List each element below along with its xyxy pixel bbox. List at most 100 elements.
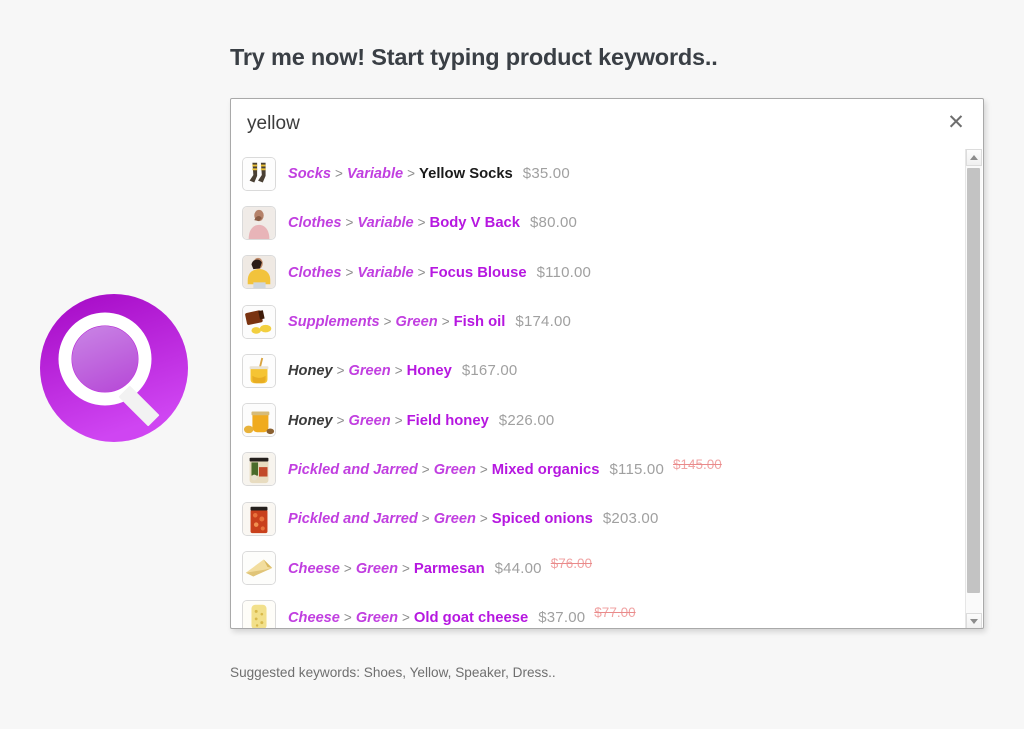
search-result-row[interactable]: Clothes > Variable > Focus Blouse $110.00 — [231, 248, 966, 297]
result-category: Socks — [288, 166, 331, 183]
result-text: Cheese > Green > Old goat cheese $37.00 $77.00 — [288, 605, 636, 626]
breadcrumb-separator: > — [345, 264, 354, 280]
result-subcategory: Green — [355, 560, 398, 577]
result-text: Clothes > Variable > Body V Back $80.00 — [288, 214, 577, 231]
result-product-name: Honey — [406, 363, 452, 380]
result-product-name: Parmesan — [413, 560, 485, 577]
search-result-row[interactable]: Pickled and Jarred > Green > Spiced onions $2… — [231, 494, 966, 543]
breadcrumb-separator: > — [479, 511, 488, 527]
result-text: Socks > Variable > Yellow Socks $35.00 — [288, 165, 570, 182]
results-area: Socks > Variable > Yellow Socks $35.00 Clothes… — [231, 149, 983, 628]
breadcrumb-separator: > — [394, 363, 403, 379]
honey-jar-thumbnail — [242, 403, 276, 438]
result-subcategory: Green — [433, 511, 476, 528]
result-old-price: $77.00 — [594, 604, 636, 620]
result-price: $110.00 — [536, 263, 592, 281]
result-product-name: Body V Back — [429, 215, 521, 232]
spiced-onions-jar-thumbnail — [242, 501, 276, 536]
breadcrumb-separator: > — [383, 314, 392, 330]
result-old-price: $145.00 — [673, 456, 722, 472]
search-result-row[interactable]: Clothes > Variable > Body V Back $80.00 — [231, 198, 966, 247]
result-subcategory: Green — [348, 412, 391, 429]
result-product-name: Yellow Socks — [419, 166, 513, 183]
result-text: Honey > Green > Field honey $226.00 — [288, 412, 554, 429]
result-text: Pickled and Jarred > Green > Spiced onions $2… — [288, 510, 659, 527]
results-scrollbar[interactable] — [965, 149, 982, 628]
breadcrumb-separator: > — [479, 461, 488, 477]
result-category: Cheese — [288, 609, 340, 626]
search-result-row[interactable]: Cheese > Green > Parmesan $44.00 $76.00 — [231, 543, 966, 592]
result-subcategory: Variable — [357, 215, 414, 232]
result-subcategory: Variable — [357, 264, 414, 281]
scrollbar-thumb[interactable] — [967, 168, 980, 593]
breadcrumb-separator: > — [343, 560, 352, 576]
app-root: Try me now! Start typing product keyword… — [0, 0, 1024, 729]
search-result-row[interactable]: Supplements > Green > Fish oil $174.00 — [231, 297, 966, 346]
result-text: Honey > Green > Honey $167.00 — [288, 362, 517, 379]
goat-cheese-thumbnail — [242, 600, 276, 628]
result-price: $167.00 — [461, 362, 518, 380]
result-subcategory: Green — [433, 461, 476, 478]
breadcrumb-separator: > — [394, 412, 403, 428]
result-price: $203.00 — [602, 510, 659, 528]
result-text: Cheese > Green > Parmesan $44.00 $76.00 — [288, 556, 592, 577]
result-price: $37.00 — [538, 608, 586, 626]
pickled-jar-thumbnail — [242, 452, 276, 487]
result-price: $80.00 — [530, 214, 578, 232]
search-results-list: Socks > Variable > Yellow Socks $35.00 Clothes… — [231, 149, 966, 628]
parmesan-wedge-thumbnail — [242, 551, 276, 586]
search-bar: ✕ — [231, 99, 983, 149]
result-category: Clothes — [288, 264, 342, 281]
result-product-name: Field honey — [406, 412, 489, 429]
result-subcategory: Green — [355, 609, 398, 626]
result-category: Honey — [288, 363, 333, 380]
result-price: $174.00 — [515, 313, 572, 331]
breadcrumb-separator: > — [336, 412, 345, 428]
breadcrumb-separator: > — [407, 166, 416, 182]
search-result-row[interactable]: Honey > Green > Honey $167.00 — [231, 346, 966, 395]
result-price: $115.00 — [609, 460, 664, 478]
result-price: $35.00 — [522, 165, 570, 183]
page-title: Try me now! Start typing product keyword… — [230, 44, 718, 70]
result-subcategory: Green — [395, 314, 438, 331]
search-result-row[interactable]: Cheese > Green > Old goat cheese $37.00 $77.00 — [231, 593, 966, 628]
magnifier-logo-graphic — [40, 294, 188, 442]
chevron-up-icon — [970, 155, 978, 160]
honey-jar-dipper-thumbnail — [242, 353, 276, 388]
search-panel: ✕ Socks>Variable>Yellow Socks$35.00Cloth… — [230, 98, 984, 629]
result-subcategory: Green — [348, 363, 391, 380]
result-text: Pickled and Jarred > Green > Mixed organics $… — [288, 457, 722, 478]
result-product-name: Old goat cheese — [413, 609, 529, 626]
search-result-row[interactable]: Socks > Variable > Yellow Socks $35.00 — [231, 149, 966, 198]
result-old-price: $76.00 — [550, 555, 593, 571]
magnifier-logo — [39, 293, 189, 443]
result-text: Clothes > Variable > Focus Blouse $110.00 — [288, 264, 591, 281]
search-input[interactable] — [247, 113, 887, 135]
result-price: $44.00 — [494, 559, 542, 577]
breadcrumb-separator: > — [345, 215, 354, 231]
suggested-keywords: Suggested keywords: Shoes, Yellow, Speak… — [230, 665, 556, 680]
result-category: Honey — [288, 412, 333, 429]
result-category: Pickled and Jarred — [288, 511, 418, 528]
close-icon[interactable]: ✕ — [943, 109, 969, 135]
result-subcategory: Variable — [346, 166, 404, 183]
breadcrumb-separator: > — [417, 264, 426, 280]
result-category: Cheese — [288, 560, 340, 577]
result-product-name: Spiced onions — [491, 511, 593, 528]
chevron-down-icon — [970, 619, 978, 624]
search-result-row[interactable]: Honey > Green > Field honey $226.00 — [231, 395, 966, 444]
scroll-up-button[interactable] — [966, 149, 982, 166]
pink-top-thumbnail — [242, 205, 276, 240]
result-category: Clothes — [288, 215, 342, 232]
result-category: Supplements — [288, 314, 380, 331]
breadcrumb-separator: > — [417, 215, 426, 231]
breadcrumb-separator: > — [335, 166, 343, 182]
breadcrumb-separator: > — [343, 609, 352, 625]
scroll-down-button[interactable] — [966, 613, 982, 628]
search-result-row[interactable]: Pickled and Jarred > Green > Mixed organics $… — [231, 445, 966, 494]
scrollbar-track[interactable] — [966, 166, 982, 613]
breadcrumb-separator: > — [402, 560, 410, 576]
breadcrumb-separator: > — [402, 609, 410, 625]
result-text: Supplements > Green > Fish oil $174.00 — [288, 313, 571, 330]
breadcrumb-separator: > — [421, 461, 430, 477]
